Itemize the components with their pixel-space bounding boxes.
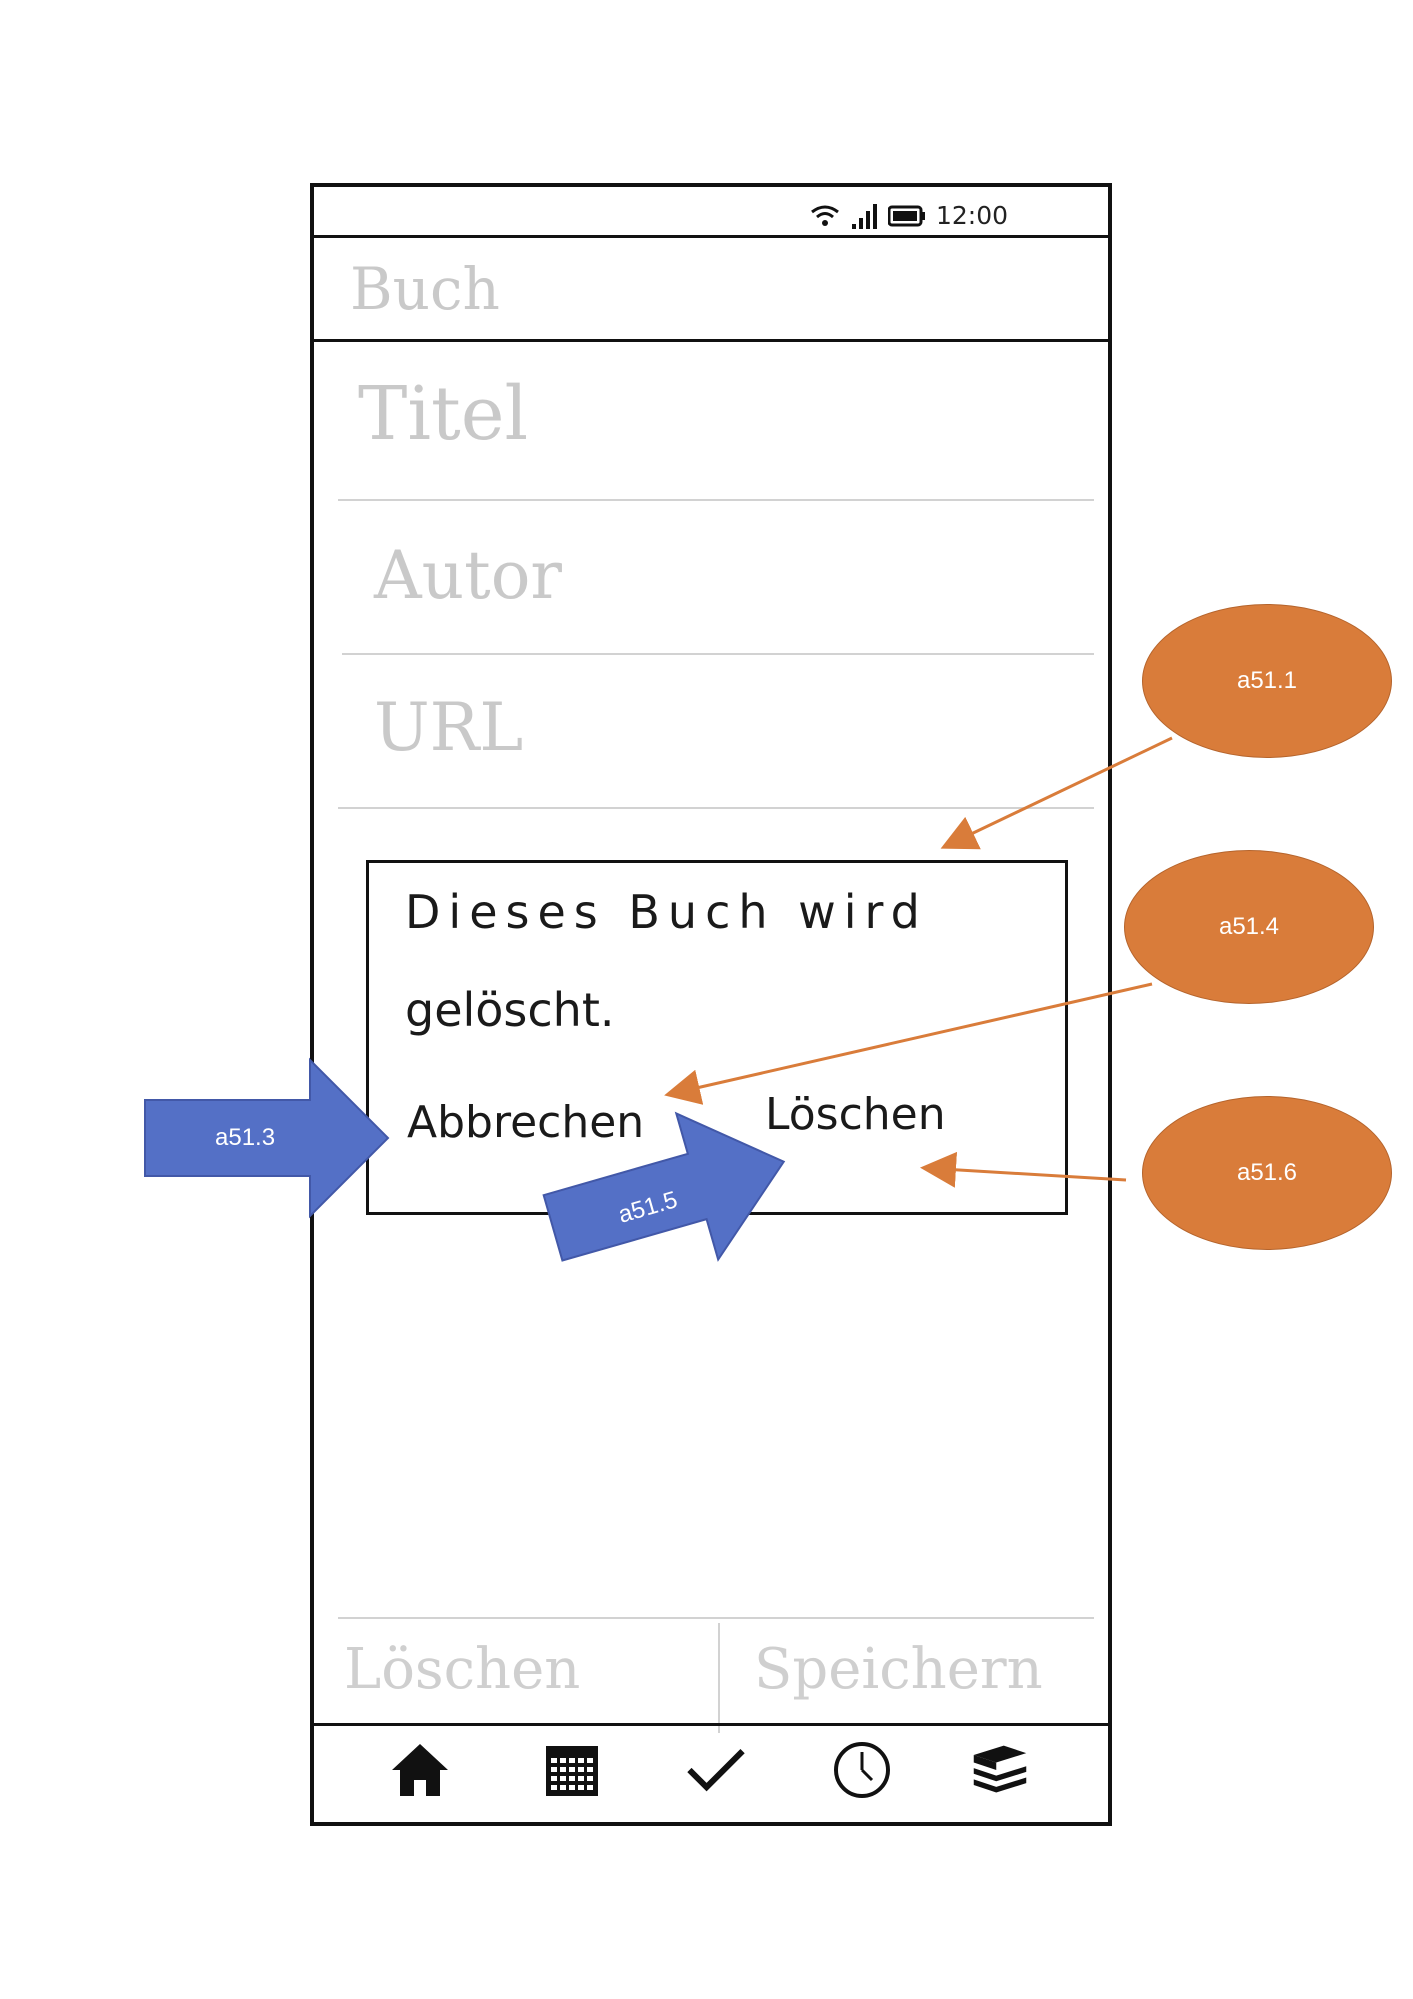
connector-a51-1: [940, 736, 1173, 850]
annotation-label-a51-3: a51.3: [215, 1124, 276, 1151]
annotation-arrows: [144, 736, 1173, 1262]
connector-a51-4: [664, 982, 1153, 1105]
connector-a51-6: [920, 1151, 1127, 1188]
